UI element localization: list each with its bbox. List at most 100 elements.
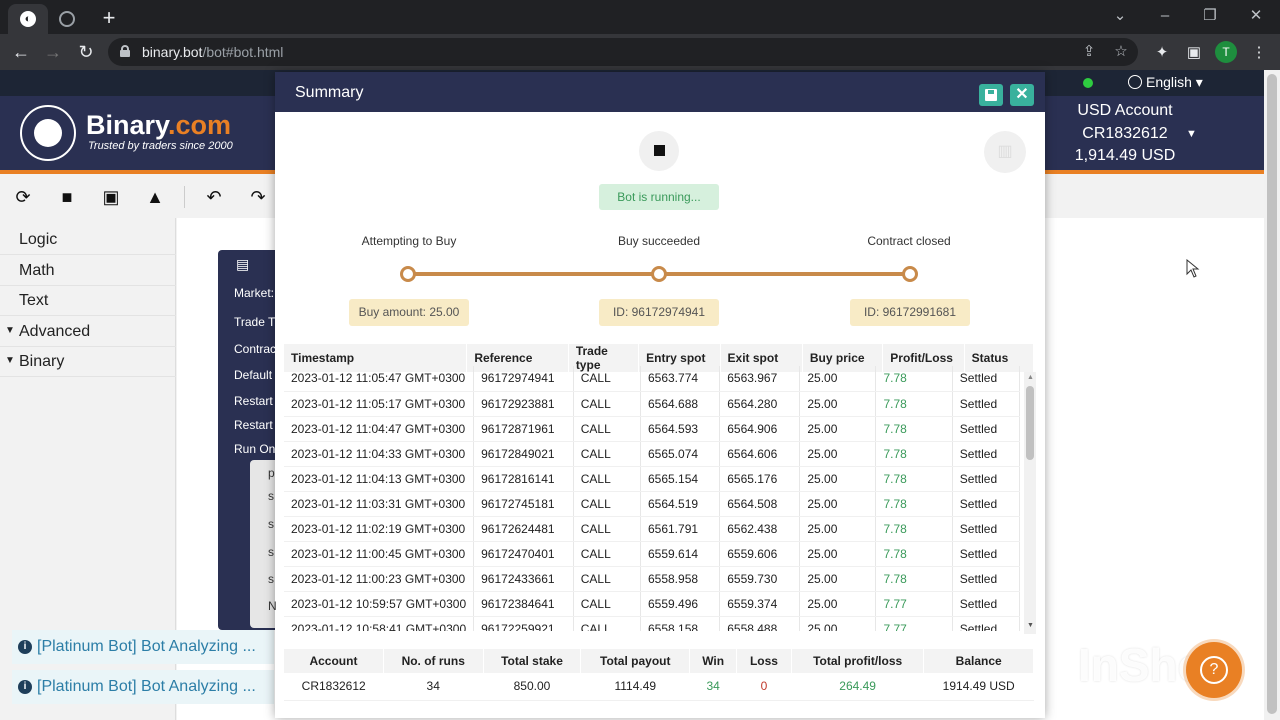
close-window-icon[interactable]: ✕ (1236, 4, 1276, 28)
help-button[interactable]: ? (1186, 642, 1242, 698)
table-cell: Settled (952, 491, 1020, 517)
toolbox-category-binary[interactable]: ▼ Binary (0, 347, 176, 377)
table-cell: 2023-01-12 11:04:47 GMT+0300 (284, 416, 475, 442)
extensions-icon[interactable]: ✦ (1151, 42, 1173, 64)
category-label: Logic (19, 231, 58, 248)
account-type[interactable]: USD Account (1050, 102, 1200, 120)
table-row[interactable]: 2023-01-12 11:00:45 GMT+0300 96172470401 C… (284, 541, 1020, 567)
table-cell: 6564.280 (719, 391, 801, 417)
totals-cell: 264.49 (791, 673, 924, 701)
table-cell: 6564.519 (640, 491, 721, 517)
table-row[interactable]: 2023-01-12 11:05:17 GMT+0300 96172923881 C… (284, 391, 1020, 417)
browser-tab-active[interactable]: ◐ (8, 4, 48, 34)
table-cell: 7.78 (875, 541, 953, 567)
restore-icon[interactable]: ❐ (1190, 4, 1230, 28)
stage-node (902, 266, 918, 282)
table-cell: 25.00 (799, 441, 877, 467)
block-field-label: Run On (234, 442, 276, 456)
expand-triangle-icon: ▼ (5, 324, 15, 336)
table-cell: 6559.606 (719, 541, 801, 567)
table-cell: 6564.606 (719, 441, 801, 467)
address-bar[interactable]: binary.bot/bot#bot.html ⇪ ☆ (108, 38, 1138, 66)
minimize-icon[interactable]: – (1145, 4, 1185, 28)
table-cell: 96172974941 (473, 366, 574, 392)
table-cell: 25.00 (799, 616, 877, 631)
table-cell: 2023-01-12 11:05:17 GMT+0300 (284, 391, 475, 417)
table-row[interactable]: 2023-01-12 10:58:41 GMT+0300 96172259921 C… (284, 616, 1020, 631)
account-id[interactable]: CR1832612 (1050, 125, 1200, 143)
reload-icon[interactable]: ↻ (74, 40, 98, 64)
back-icon[interactable]: ← (9, 40, 33, 64)
table-row[interactable]: 2023-01-12 11:04:33 GMT+0300 96172849021 C… (284, 441, 1020, 467)
table-cell: 6558.958 (640, 566, 721, 592)
table-cell: 7.78 (875, 416, 953, 442)
language-selector[interactable]: English ▾ (1128, 74, 1203, 91)
block-field-label: s (268, 572, 274, 586)
stage-info: ID: 96172974941 (599, 299, 719, 326)
notification-item[interactable]: i [Platinum Bot] Bot Analyzing ... (12, 670, 274, 704)
page-scrollbar[interactable] (1264, 70, 1280, 720)
toolbox-category-text[interactable]: Text (0, 286, 176, 316)
new-tab-icon[interactable]: + (96, 6, 122, 32)
table-cell: Settled (952, 416, 1020, 442)
site-logo[interactable]: Binary.com (86, 110, 231, 141)
table-cell: 7.78 (875, 441, 953, 467)
toolbox-category-math[interactable]: Math (0, 256, 176, 286)
notification-item[interactable]: i [Platinum Bot] Bot Analyzing ... (12, 630, 274, 664)
table-row[interactable]: 2023-01-12 11:05:47 GMT+0300 96172974941 C… (284, 366, 1020, 392)
table-cell: CALL (573, 441, 641, 467)
table-cell: Settled (952, 616, 1020, 631)
table-cell: 7.78 (875, 391, 953, 417)
google-drive-icon[interactable]: ▲ (143, 186, 167, 208)
totals-row: CR1832612 34 850.00 1114.49 34 0 264.49 1914.49… (284, 673, 1034, 701)
table-cell: 6561.791 (640, 516, 721, 542)
save-icon (985, 89, 997, 101)
scroll-up-icon[interactable]: ▲ (1027, 374, 1034, 381)
table-cell: CALL (573, 416, 641, 442)
totals-column-header: Total profit/loss (791, 649, 925, 673)
clear-stats-button[interactable]: ▥ (984, 131, 1026, 173)
scroll-down-icon[interactable]: ▼ (1027, 622, 1034, 629)
profile-avatar[interactable]: T (1215, 41, 1237, 63)
table-row[interactable]: 2023-01-12 11:04:47 GMT+0300 96172871961 C… (284, 416, 1020, 442)
table-row[interactable]: 2023-01-12 11:02:19 GMT+0300 96172624481 C… (284, 516, 1020, 542)
close-dialog-button[interactable]: ✕ (1010, 84, 1034, 106)
binary-logo-icon[interactable] (20, 105, 76, 161)
table-cell: 25.00 (799, 591, 877, 617)
toolbox-category-logic[interactable]: Logic (0, 225, 176, 255)
tab-search-icon[interactable]: ⌄ (1100, 4, 1140, 28)
bookmark-star-icon[interactable]: ☆ (1112, 43, 1130, 61)
reset-icon[interactable]: ⟳ (11, 186, 35, 208)
mouse-cursor-icon (1186, 259, 1200, 278)
redo-icon[interactable]: ↷ (246, 186, 270, 208)
undo-icon[interactable]: ↶ (202, 186, 226, 208)
toolbox-category-advanced[interactable]: ▼ Advanced (0, 317, 176, 347)
table-scrollbar[interactable]: ▲ ▼ (1024, 372, 1036, 634)
browser-tab[interactable] (52, 4, 82, 34)
trades-table-body[interactable]: 2023-01-12 11:05:47 GMT+0300 96172974941 C… (284, 366, 1020, 631)
load-folder-icon[interactable]: ■ (55, 186, 79, 208)
totals-column-header: No. of runs (383, 649, 484, 673)
table-cell: Settled (952, 391, 1020, 417)
table-cell: Settled (952, 566, 1020, 592)
block-field-label: s (268, 545, 274, 559)
forward-icon[interactable]: → (41, 40, 65, 64)
table-cell: CALL (573, 591, 641, 617)
table-row[interactable]: 2023-01-12 11:00:23 GMT+0300 96172433661 C… (284, 566, 1020, 592)
block-field-label: Default (234, 368, 273, 382)
table-cell: 25.00 (799, 466, 877, 492)
chevron-down-icon[interactable]: ▼ (1186, 128, 1197, 140)
table-row[interactable]: 2023-01-12 11:04:13 GMT+0300 96172816141 C… (284, 466, 1020, 492)
save-icon[interactable]: ▣ (99, 186, 123, 208)
block-field-label: Market: (234, 286, 275, 300)
share-icon[interactable]: ⇪ (1080, 43, 1098, 61)
stop-bot-button[interactable] (639, 131, 679, 171)
table-cell: 96172849021 (473, 441, 574, 467)
side-panel-icon[interactable]: ▣ (1183, 42, 1205, 64)
stage-info: ID: 96172991681 (850, 299, 970, 326)
table-row[interactable]: 2023-01-12 10:59:57 GMT+0300 96172384641 C… (284, 591, 1020, 617)
table-cell: 2023-01-12 11:03:31 GMT+0300 (284, 491, 475, 517)
table-row[interactable]: 2023-01-12 11:03:31 GMT+0300 96172745181 C… (284, 491, 1020, 517)
browser-menu-icon[interactable]: ⋮ (1248, 42, 1270, 64)
save-summary-button[interactable] (979, 84, 1003, 106)
